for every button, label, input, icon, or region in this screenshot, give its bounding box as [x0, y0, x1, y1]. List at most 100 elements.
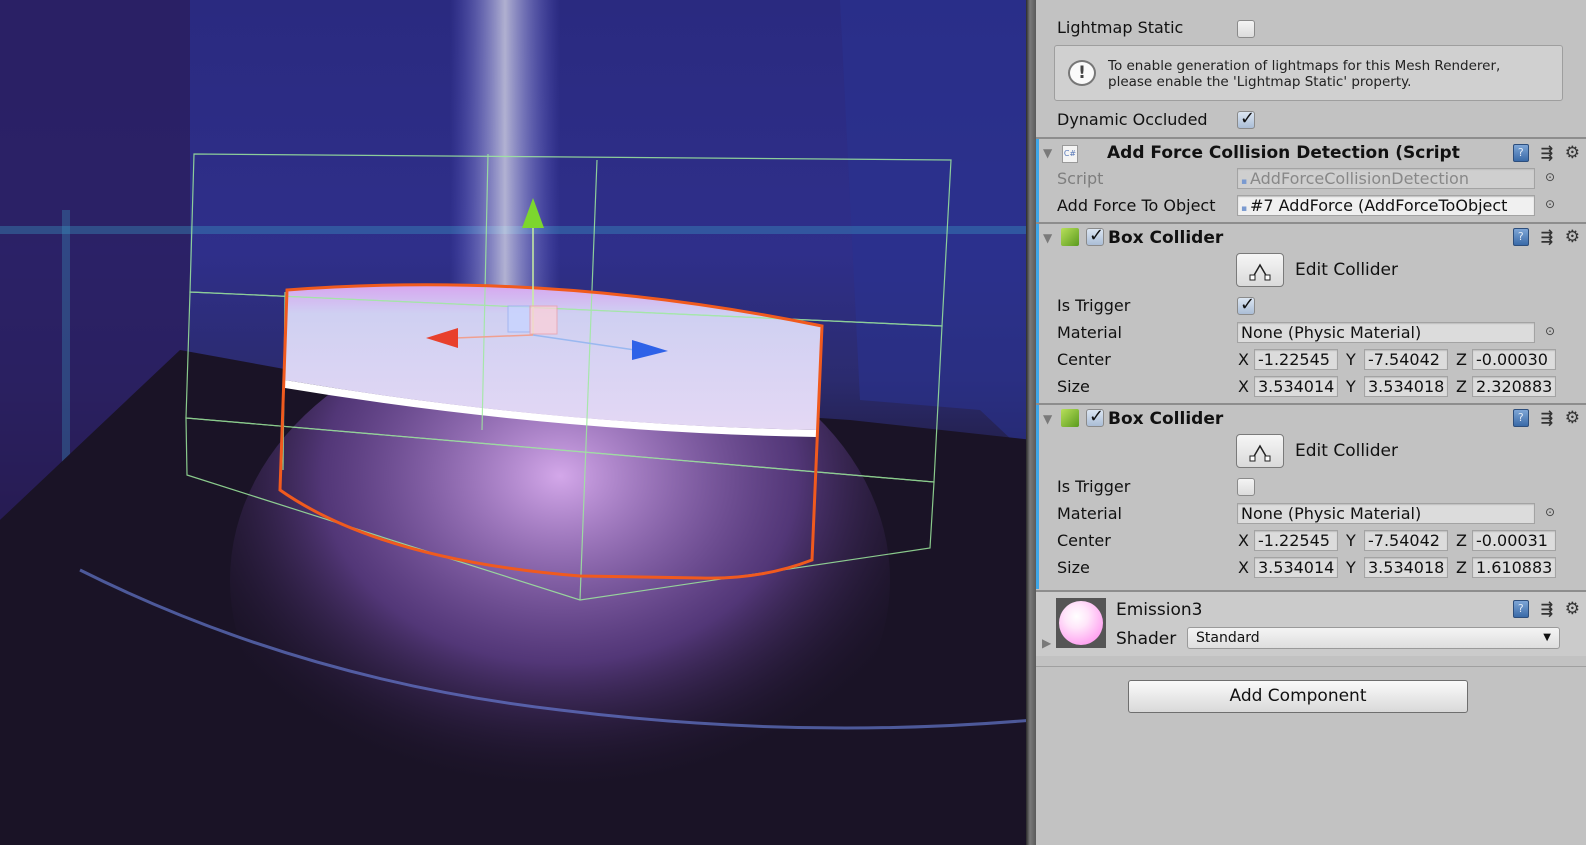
preset-sliders-icon[interactable]: ⇶: [1539, 600, 1555, 618]
preset-sliders-icon[interactable]: ⇶: [1539, 409, 1555, 427]
box-collider-header[interactable]: ▼ ✓ Box Collider ? ⇶ ⚙: [1036, 224, 1586, 252]
foldout-collapsed-icon[interactable]: ▶: [1042, 636, 1051, 650]
z-axis-label[interactable]: Z: [1456, 558, 1467, 577]
is-trigger-label: Is Trigger: [1057, 296, 1131, 315]
size-x-field[interactable]: 3.534014: [1254, 376, 1338, 397]
edit-collider-button[interactable]: [1236, 253, 1284, 287]
lightmap-static-label: Lightmap Static: [1057, 18, 1184, 37]
dynamic-occluded-checkbox[interactable]: ✓: [1237, 108, 1256, 129]
x-axis-label[interactable]: X: [1238, 377, 1249, 396]
script-file-icon: ▪: [1241, 204, 1250, 214]
y-axis-label[interactable]: Y: [1346, 558, 1356, 577]
checkmark-icon: ✓: [1240, 108, 1256, 129]
size-label: Size: [1057, 558, 1090, 577]
script-file-icon: ▪: [1241, 177, 1250, 187]
z-axis-label[interactable]: Z: [1456, 377, 1467, 396]
shader-dropdown[interactable]: Standard ▼: [1187, 627, 1560, 649]
center-x-field[interactable]: -1.22545: [1254, 530, 1338, 551]
y-axis-label[interactable]: Y: [1346, 531, 1356, 550]
checkmark-icon: ✓: [1240, 294, 1256, 315]
y-axis-label[interactable]: Y: [1346, 350, 1356, 369]
size-y-field[interactable]: 3.534018: [1364, 376, 1448, 397]
size-z-field[interactable]: 1.610883: [1472, 557, 1556, 578]
foldout-expanded-icon[interactable]: ▼: [1043, 146, 1052, 160]
center-z-field[interactable]: -0.00031: [1472, 530, 1556, 551]
y-axis-label[interactable]: Y: [1346, 377, 1356, 396]
dropdown-arrow-icon: ▼: [1543, 632, 1551, 643]
center-x-field[interactable]: -1.22545: [1254, 349, 1338, 370]
material-preview[interactable]: [1056, 598, 1106, 648]
box-collider-title: Box Collider: [1108, 228, 1224, 248]
box-collider-enabled-checkbox[interactable]: ✓: [1086, 406, 1104, 427]
dynamic-occluded-label: Dynamic Occluded: [1057, 110, 1208, 129]
object-picker-icon[interactable]: ⊙: [1545, 505, 1555, 519]
foldout-expanded-icon[interactable]: ▼: [1043, 412, 1052, 426]
size-z-field[interactable]: 2.320883: [1472, 376, 1556, 397]
script-value: AddForceCollisionDetection: [1249, 169, 1469, 188]
material-sphere-icon: [1059, 601, 1103, 645]
checkmark-icon: ✓: [1089, 225, 1105, 246]
info-line-1: To enable generation of lightmaps for th…: [1108, 58, 1501, 74]
object-picker-icon[interactable]: ⊙: [1545, 170, 1555, 184]
help-book-icon[interactable]: ?: [1512, 600, 1529, 618]
add-force-target-row: Add Force To Object ▪ #7 AddForce (AddFo…: [1036, 193, 1586, 220]
is-trigger-checkbox[interactable]: [1237, 478, 1255, 496]
edit-collider-label: Edit Collider: [1295, 260, 1399, 280]
size-x-field[interactable]: 3.534014: [1254, 557, 1338, 578]
gear-icon[interactable]: ⚙: [1565, 143, 1580, 163]
plane-handle-blue[interactable]: [507, 305, 531, 333]
center-y-field[interactable]: -7.54042: [1364, 349, 1448, 370]
size-label: Size: [1057, 377, 1090, 396]
inspector-panel: Lightmap Static ! To enable generation o…: [1036, 0, 1586, 845]
is-trigger-row: Is Trigger: [1036, 474, 1586, 501]
script-component-header[interactable]: ▼ C# Add Force Collision Detection (Scri…: [1036, 140, 1586, 168]
gear-icon[interactable]: ⚙: [1565, 408, 1580, 428]
material-field[interactable]: None (Physic Material): [1237, 322, 1535, 343]
size-y-field[interactable]: 3.534018: [1364, 557, 1448, 578]
center-z-field[interactable]: -0.00030: [1472, 349, 1556, 370]
component-separator: [1036, 137, 1586, 139]
lightmap-static-checkbox[interactable]: [1237, 20, 1255, 38]
light-beam: [450, 0, 560, 330]
help-book-icon[interactable]: ?: [1512, 228, 1529, 246]
foldout-expanded-icon[interactable]: ▼: [1043, 231, 1052, 245]
gear-icon[interactable]: ⚙: [1565, 599, 1580, 619]
box-collider-icon: [1061, 228, 1079, 246]
help-book-icon[interactable]: ?: [1512, 409, 1529, 427]
edit-collider-button[interactable]: [1236, 434, 1284, 468]
center-row: Center X -1.22545 Y -7.54042 Z -0.00031: [1036, 528, 1586, 555]
material-label: Material: [1057, 504, 1122, 523]
x-axis-label[interactable]: X: [1238, 558, 1249, 577]
script-field: ▪ AddForceCollisionDetection: [1237, 168, 1535, 189]
box-collider-1: ▼ ✓ Box Collider ? ⇶ ⚙ Edit Collider Is …: [1036, 224, 1586, 404]
add-component-button[interactable]: Add Component: [1128, 680, 1468, 713]
x-axis-label[interactable]: X: [1238, 350, 1249, 369]
material-field[interactable]: None (Physic Material): [1237, 503, 1535, 524]
preset-sliders-icon[interactable]: ⇶: [1539, 228, 1555, 246]
preset-sliders-icon[interactable]: ⇶: [1539, 144, 1555, 162]
box-collider-header[interactable]: ▼ ✓ Box Collider ? ⇶ ⚙: [1036, 405, 1586, 433]
add-force-target-label: Add Force To Object: [1057, 196, 1216, 215]
gear-icon[interactable]: ⚙: [1565, 227, 1580, 247]
dynamic-occluded-row: Dynamic Occluded ✓: [1036, 107, 1586, 134]
z-axis-label[interactable]: Z: [1456, 350, 1467, 369]
add-force-target-field[interactable]: ▪ #7 AddForce (AddForceToObject: [1237, 195, 1535, 216]
shader-value: Standard: [1196, 630, 1260, 646]
panel-divider[interactable]: [1026, 0, 1036, 845]
center-label: Center: [1057, 531, 1111, 550]
box-collider-enabled-checkbox[interactable]: ✓: [1086, 225, 1105, 246]
object-picker-icon[interactable]: ⊙: [1545, 324, 1555, 338]
plane-handle-red[interactable]: [529, 305, 558, 335]
z-axis-label[interactable]: Z: [1456, 531, 1467, 550]
object-picker-icon[interactable]: ⊙: [1545, 197, 1555, 211]
edit-collider-icon: [1249, 263, 1271, 281]
size-row: Size X 3.534014 Y 3.534018 Z 1.610883: [1036, 555, 1586, 582]
scene-canvas[interactable]: [0, 0, 1033, 845]
script-label: Script: [1057, 169, 1104, 188]
is-trigger-checkbox[interactable]: ✓: [1237, 294, 1256, 315]
box-collider-2: ▼ ✓ Box Collider ? ⇶ ⚙ Edit Collider Is …: [1036, 405, 1586, 590]
x-axis-label[interactable]: X: [1238, 531, 1249, 550]
help-book-icon[interactable]: ?: [1512, 144, 1529, 162]
scene-view[interactable]: [0, 0, 1033, 845]
center-y-field[interactable]: -7.54042: [1364, 530, 1448, 551]
